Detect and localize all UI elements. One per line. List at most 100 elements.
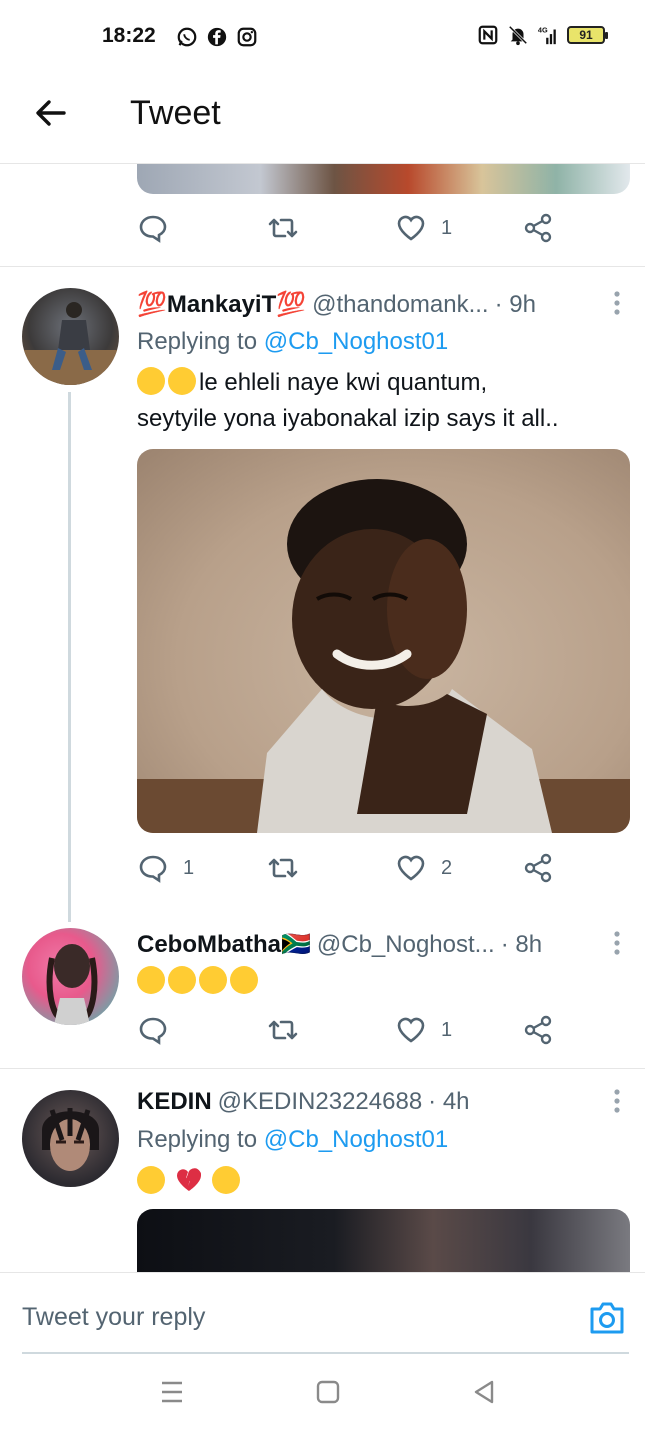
tweet-text-line-2: seytyile yona iyabonakal izip says it al… bbox=[137, 405, 559, 432]
reply-input[interactable]: Tweet your reply bbox=[22, 1303, 205, 1332]
bell-muted-icon bbox=[508, 25, 528, 46]
tweet-actions: 1 2 bbox=[137, 852, 557, 888]
tweet-media-image[interactable] bbox=[137, 449, 630, 833]
tweet-media-image[interactable] bbox=[137, 164, 630, 194]
whatsapp-icon bbox=[177, 27, 197, 47]
back-triangle-icon[interactable] bbox=[470, 1378, 498, 1406]
camera-icon[interactable] bbox=[587, 1299, 627, 1337]
tweet-text bbox=[137, 964, 627, 1000]
heart-icon bbox=[397, 215, 425, 241]
tweet-actions: 1 bbox=[137, 1014, 557, 1050]
display-name[interactable]: CeboMbatha🇿🇦 bbox=[137, 930, 311, 959]
share-button[interactable] bbox=[522, 212, 554, 244]
status-time: 18:22 bbox=[102, 24, 156, 47]
reply-button[interactable] bbox=[137, 212, 169, 244]
retweet-button[interactable] bbox=[267, 212, 299, 244]
like-count: 2 bbox=[441, 856, 453, 879]
mention-link[interactable]: @Cb_Noghost01 bbox=[264, 1126, 448, 1153]
replying-to: Replying to @Cb_Noghost01 bbox=[137, 328, 448, 356]
rofl-emoji-icon bbox=[168, 966, 196, 994]
laughing-emoji-icon bbox=[137, 367, 165, 395]
display-name[interactable]: KEDIN bbox=[137, 1088, 212, 1116]
avatar-image bbox=[22, 302, 119, 385]
tweet-text-line-1: le ehleli naye kwi quantum, bbox=[199, 369, 488, 396]
tweet-header: KEDIN @KEDIN23224688 · 4h bbox=[137, 1088, 607, 1116]
broken-heart-icon bbox=[176, 1168, 201, 1191]
divider bbox=[0, 266, 645, 267]
tweet-text: le ehleli naye kwi quantum, seytyile yon… bbox=[137, 365, 627, 437]
laughing-emoji-icon bbox=[168, 367, 196, 395]
page-title: Tweet bbox=[130, 94, 221, 132]
replying-label: Replying to bbox=[137, 328, 258, 355]
like-button[interactable]: 1 bbox=[395, 212, 452, 244]
avatar[interactable] bbox=[22, 288, 119, 385]
tweet-text bbox=[137, 1164, 627, 1200]
rofl-emoji-icon bbox=[199, 966, 227, 994]
like-button[interactable]: 2 bbox=[395, 852, 452, 884]
tweet-header: 💯MankayiT💯 @thandomank... · 9h bbox=[137, 290, 607, 319]
user-handle[interactable]: @thandomank... bbox=[312, 291, 488, 319]
system-icons: 4G 91 bbox=[477, 24, 608, 46]
rofl-emoji-icon bbox=[230, 966, 258, 994]
tweet-actions: 1 bbox=[137, 212, 557, 248]
system-nav-bar bbox=[0, 1356, 645, 1429]
reply-icon bbox=[139, 1017, 167, 1045]
more-options-icon[interactable] bbox=[613, 930, 621, 956]
more-options-icon[interactable] bbox=[613, 290, 621, 316]
notification-icons bbox=[176, 26, 258, 48]
avatar-image bbox=[42, 1108, 99, 1171]
arrow-left-icon[interactable] bbox=[34, 96, 68, 130]
reply-underline bbox=[22, 1352, 629, 1354]
avatar-image bbox=[46, 944, 98, 1025]
share-button[interactable] bbox=[522, 1014, 554, 1046]
thread-line bbox=[68, 392, 71, 922]
photo-content bbox=[137, 479, 630, 833]
app-header: Tweet bbox=[0, 72, 645, 164]
like-count: 1 bbox=[441, 1018, 453, 1041]
share-icon bbox=[524, 853, 552, 883]
avatar[interactable] bbox=[22, 1090, 119, 1187]
replying-label: Replying to bbox=[137, 1126, 258, 1153]
user-handle[interactable]: @KEDIN23224688 bbox=[218, 1088, 423, 1116]
reply-count: 1 bbox=[183, 856, 195, 879]
retweet-button[interactable] bbox=[267, 1014, 299, 1046]
home-square-icon[interactable] bbox=[314, 1378, 342, 1406]
tweet-time: · 4h bbox=[428, 1088, 470, 1115]
retweet-icon bbox=[268, 1020, 298, 1040]
display-name[interactable]: 💯MankayiT💯 bbox=[137, 290, 306, 319]
reply-button[interactable]: 1 bbox=[137, 852, 194, 884]
tweet-time: · 9h bbox=[494, 290, 536, 318]
divider bbox=[0, 1068, 645, 1069]
heart-icon bbox=[397, 855, 425, 881]
more-options-icon[interactable] bbox=[613, 1088, 621, 1114]
tweet-time: · 8h bbox=[500, 930, 543, 958]
retweet-icon bbox=[268, 218, 298, 238]
reply-button[interactable] bbox=[137, 1014, 169, 1046]
share-icon bbox=[524, 213, 552, 243]
nfc-icon bbox=[478, 25, 498, 45]
rofl-emoji-icon bbox=[137, 966, 165, 994]
status-bar: 18:22 4G 91 bbox=[0, 0, 645, 72]
share-button[interactable] bbox=[522, 852, 554, 884]
battery-icon: 91 bbox=[567, 26, 608, 44]
mention-link[interactable]: @Cb_Noghost01 bbox=[264, 328, 448, 355]
tweet-header: CeboMbatha🇿🇦 @Cb_Noghost... · 8h bbox=[137, 930, 607, 959]
laughing-emoji-icon bbox=[212, 1166, 241, 1194]
like-count: 1 bbox=[441, 216, 453, 239]
avatar[interactable] bbox=[22, 928, 119, 1025]
menu-icon[interactable] bbox=[158, 1378, 186, 1406]
retweet-icon bbox=[268, 858, 298, 878]
signal-icon: 4G bbox=[538, 25, 556, 45]
crying-emoji-icon bbox=[137, 1166, 165, 1194]
share-icon bbox=[524, 1015, 552, 1045]
retweet-button[interactable] bbox=[267, 852, 299, 884]
reply-composer: Tweet your reply bbox=[0, 1272, 645, 1354]
reply-icon bbox=[139, 855, 167, 883]
like-button[interactable]: 1 bbox=[395, 1014, 452, 1046]
replying-to: Replying to @Cb_Noghost01 bbox=[137, 1126, 448, 1154]
heart-icon bbox=[397, 1017, 425, 1043]
instagram-icon bbox=[237, 27, 257, 47]
network-label: 4G bbox=[538, 25, 548, 34]
reply-icon bbox=[139, 215, 167, 243]
user-handle[interactable]: @Cb_Noghost... bbox=[317, 931, 495, 959]
